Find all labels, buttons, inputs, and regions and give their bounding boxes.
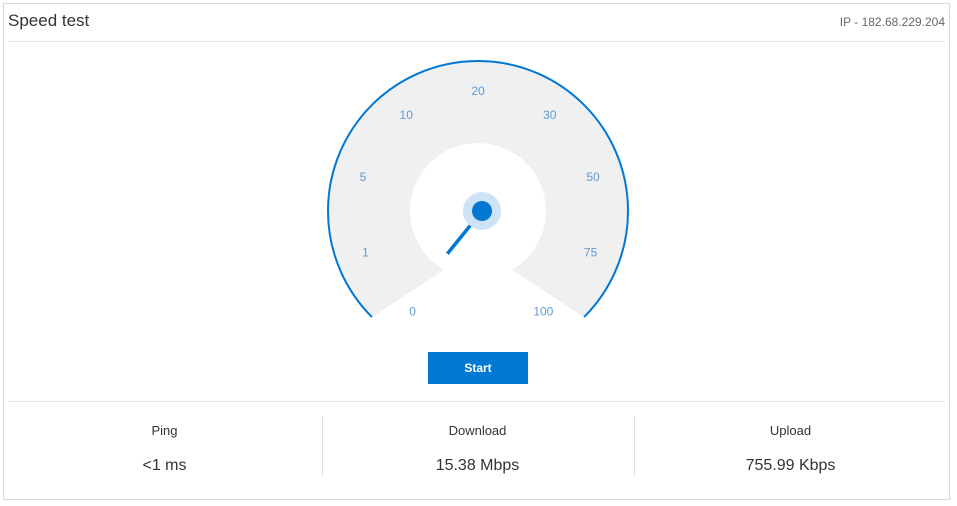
gauge-tick-label: 0 xyxy=(409,305,416,319)
gauge-track xyxy=(328,61,628,318)
download-label: Download xyxy=(448,423,507,438)
ping-value: <1 ms xyxy=(142,457,187,474)
gauge-tick-label: 50 xyxy=(586,170,600,184)
stats-row: Ping <1 ms Download 15.38 Mbps Upload 75… xyxy=(8,416,947,476)
upload-stat: Upload 755.99 Kbps xyxy=(634,416,947,476)
ping-label: Ping xyxy=(151,423,178,438)
gauge-tick-label: 10 xyxy=(400,108,414,122)
speed-test-panel: Speed test IP - 182.68.229.204 0 1 5 10 20 30… xyxy=(3,3,950,500)
speed-gauge: 0 1 5 10 20 30 50 75 100 xyxy=(4,42,951,342)
gauge-tick-label: 75 xyxy=(584,246,598,260)
download-stat: Download 15.38 Mbps xyxy=(321,416,634,476)
upload-value: 755.99 Kbps xyxy=(745,457,836,474)
start-button[interactable]: Start xyxy=(428,352,528,384)
gauge-hub xyxy=(472,201,492,221)
ip-address: IP - 182.68.229.204 xyxy=(839,15,945,29)
panel-header: Speed test IP - 182.68.229.204 xyxy=(4,4,949,40)
gauge-tick-label: 5 xyxy=(360,170,367,184)
stats-divider xyxy=(8,401,945,402)
gauge-svg: 0 1 5 10 20 30 50 75 100 xyxy=(327,60,629,319)
upload-label: Upload xyxy=(769,423,812,438)
gauge-tick-label: 100 xyxy=(533,305,553,319)
download-value: 15.38 Mbps xyxy=(435,457,520,474)
page-title: Speed test xyxy=(8,11,90,30)
gauge-tick-label: 20 xyxy=(471,84,485,98)
gauge-tick-label: 1 xyxy=(362,246,369,260)
ping-stat: Ping <1 ms xyxy=(8,416,321,476)
gauge-tick-label: 30 xyxy=(543,108,557,122)
